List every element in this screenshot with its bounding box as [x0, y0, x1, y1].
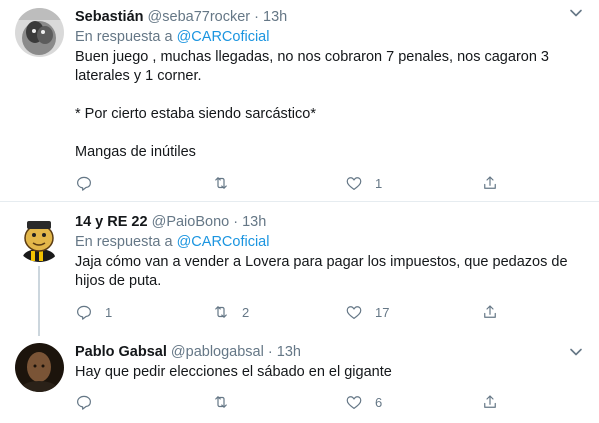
reply-button[interactable]	[75, 393, 105, 411]
reply-prefix: En respuesta a	[75, 234, 173, 250]
reply-button[interactable]: 1	[75, 303, 112, 321]
reply-icon	[77, 395, 91, 410]
reply-icon	[77, 305, 91, 320]
avatar-sebastian[interactable]	[15, 8, 64, 57]
separator-dot: ·	[267, 344, 273, 360]
author-name[interactable]: Pablo Gabsal	[75, 344, 167, 360]
like-icon	[346, 306, 362, 319]
tweet-text-line: Hay que pedir elecciones el sábado en el…	[75, 364, 392, 380]
share-icon	[484, 395, 496, 408]
like-count: 17	[375, 304, 390, 320]
separator-dot: ·	[233, 214, 239, 230]
reply-icon	[77, 176, 91, 191]
tweet-text: Jaja cómo van a vender a Lovera para pag…	[75, 253, 587, 291]
share-button[interactable]	[481, 393, 499, 411]
tweet-1[interactable]: Sebastián @seba77rocker · 13h En respues…	[0, 0, 599, 201]
share-button[interactable]	[481, 174, 499, 192]
tweet-2[interactable]: 14 y RE 22 @PaioBono · 13h En respuesta …	[0, 202, 599, 336]
share-button[interactable]	[481, 303, 499, 321]
author-name[interactable]: Sebastián	[75, 9, 144, 25]
tweet-time[interactable]: 13h	[277, 344, 301, 360]
tweet-text-line: Mangas de inútiles	[75, 144, 196, 160]
reply-button[interactable]	[75, 174, 105, 192]
avatar-14yre22[interactable]	[15, 213, 64, 262]
author-name[interactable]: 14 y RE 22	[75, 214, 148, 230]
reply-mention[interactable]: @CARCoficial	[177, 29, 270, 45]
reply-prefix: En respuesta a	[75, 29, 173, 45]
like-button[interactable]: 17	[345, 303, 389, 321]
retweet-button[interactable]	[212, 393, 242, 411]
tweet-text-line: Buen juego , muchas llegadas, no nos cob…	[75, 49, 549, 84]
tweet-time[interactable]: 13h	[242, 214, 266, 230]
author-handle[interactable]: @pablogabsal	[171, 344, 264, 360]
separator-dot: ·	[254, 9, 259, 25]
tweet-3[interactable]: Pablo Gabsal @pablogabsal · 13h Hay que …	[0, 337, 599, 423]
reply-mention[interactable]: @CARCoficial	[177, 234, 270, 250]
reply-count: 1	[105, 304, 113, 320]
like-count: 1	[375, 175, 383, 191]
like-icon	[346, 177, 362, 190]
retweet-icon	[215, 396, 227, 408]
author-handle[interactable]: @PaioBono	[152, 214, 230, 230]
like-button[interactable]: 6	[345, 393, 382, 411]
caret-down-icon[interactable]	[569, 6, 583, 20]
author-handle[interactable]: @seba77rocker	[148, 9, 251, 25]
like-button[interactable]: 1	[345, 174, 382, 192]
tweet-text-line: * Por cierto estaba siendo sarcástico*	[75, 106, 316, 122]
reply-context: En respuesta a @CARCoficial	[75, 28, 587, 47]
like-icon	[346, 396, 362, 409]
retweet-icon	[215, 177, 227, 189]
caret-down-icon[interactable]	[569, 345, 583, 359]
share-icon	[484, 305, 496, 318]
tweet-text: Hay que pedir elecciones el sábado en el…	[75, 363, 587, 382]
retweet-count: 2	[242, 304, 250, 320]
thread-line	[38, 266, 40, 336]
avatar-pablo-gabsal[interactable]	[15, 343, 64, 392]
retweet-button[interactable]: 2	[212, 303, 249, 321]
share-icon	[484, 176, 496, 189]
tweet-text: Buen juego , muchas llegadas, no nos cob…	[75, 48, 587, 162]
tweet-time[interactable]: 13h	[263, 9, 287, 25]
tweet-text-line: Jaja cómo van a vender a Lovera para pag…	[75, 254, 568, 289]
like-count: 6	[375, 394, 383, 410]
retweet-icon	[215, 306, 227, 318]
retweet-button[interactable]	[212, 174, 242, 192]
reply-context: En respuesta a @CARCoficial	[75, 233, 587, 252]
